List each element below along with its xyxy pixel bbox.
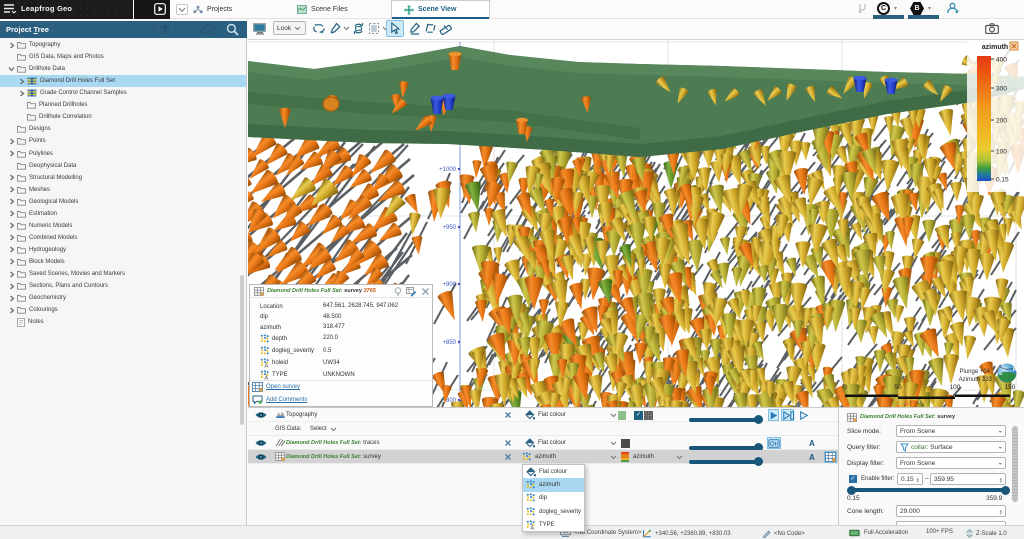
svg-text:50: 50	[894, 384, 902, 391]
svg-text:100: 100	[996, 149, 1007, 156]
svg-text:150: 150	[1005, 384, 1016, 391]
svg-text:+950: +950	[442, 225, 456, 231]
svg-text:Azimuth 233: Azimuth 233	[959, 377, 993, 383]
svg-text:200: 200	[996, 118, 1007, 125]
svg-text:0.15: 0.15	[996, 177, 1009, 184]
svg-text:12: 12	[207, 28, 213, 34]
svg-text:100: 100	[950, 384, 961, 391]
svg-text:0: 0	[843, 384, 847, 391]
svg-text:+1000: +1000	[439, 167, 457, 173]
svg-text:300: 300	[996, 86, 1007, 93]
svg-text:A: A	[264, 363, 268, 368]
svg-text:azimuth: azimuth	[982, 44, 1008, 51]
svg-text:400: 400	[996, 57, 1007, 64]
svg-text:N: N	[1013, 367, 1017, 373]
svg-text:Plunge +04: Plunge +04	[959, 369, 990, 375]
svg-text:+850: +850	[442, 340, 456, 346]
svg-text:+900: +900	[442, 282, 456, 288]
svg-text:E: E	[999, 371, 1003, 377]
svg-text:A: A	[530, 526, 534, 531]
